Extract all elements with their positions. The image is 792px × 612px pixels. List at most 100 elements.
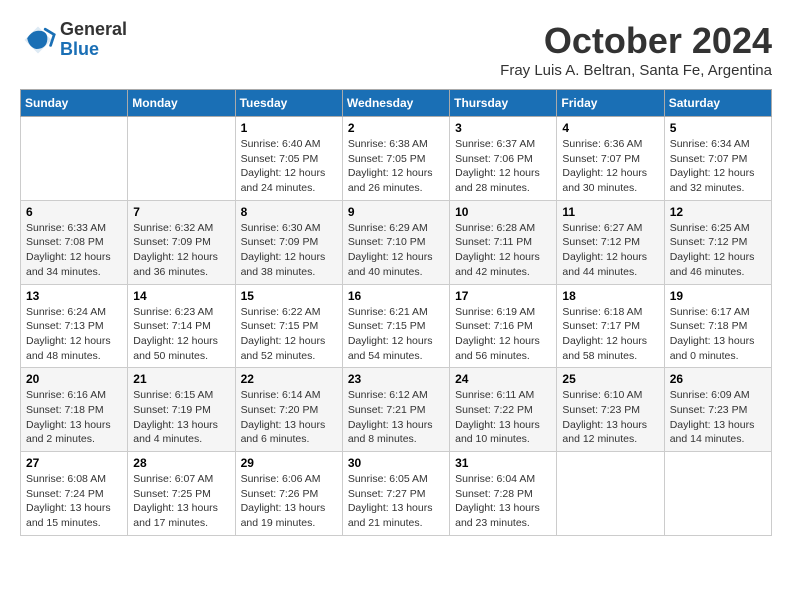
calendar-cell <box>557 452 664 536</box>
calendar-cell: 21 Sunrise: 6:15 AMSunset: 7:19 PMDayligh… <box>128 368 235 452</box>
calendar-week-5: 27 Sunrise: 6:08 AMSunset: 7:24 PMDayligh… <box>21 452 772 536</box>
calendar-week-3: 13 Sunrise: 6:24 AMSunset: 7:13 PMDayligh… <box>21 284 772 368</box>
calendar-cell: 5 Sunrise: 6:34 AMSunset: 7:07 PMDaylight… <box>664 117 771 201</box>
day-info: Sunrise: 6:23 AMSunset: 7:14 PMDaylight:… <box>133 305 229 364</box>
calendar-cell: 12Sunrise: 6:25 AMSunset: 7:12 PMDayligh… <box>664 200 771 284</box>
calendar-week-1: 1Sunrise: 6:40 AMSunset: 7:05 PMDaylight… <box>21 117 772 201</box>
logo-blue-text: Blue <box>60 40 127 60</box>
month-title: October 2024 <box>500 20 772 62</box>
day-info: Sunrise: 6:18 AMSunset: 7:17 PMDaylight:… <box>562 305 658 364</box>
logo-icon <box>20 22 56 58</box>
day-info: Sunrise: 6:40 AMSunset: 7:05 PMDaylight:… <box>241 137 337 196</box>
day-info: Sunrise: 6:25 AMSunset: 7:12 PMDaylight:… <box>670 221 766 280</box>
header-thursday: Thursday <box>450 90 557 117</box>
calendar-cell: 13 Sunrise: 6:24 AMSunset: 7:13 PMDayligh… <box>21 284 128 368</box>
header-friday: Friday <box>557 90 664 117</box>
day-info: Sunrise: 6:10 AMSunset: 7:23 PMDaylight:… <box>562 388 658 447</box>
calendar-cell: 27 Sunrise: 6:08 AMSunset: 7:24 PMDayligh… <box>21 452 128 536</box>
calendar-cell: 22 Sunrise: 6:14 AMSunset: 7:20 PMDayligh… <box>235 368 342 452</box>
calendar-cell: 3 Sunrise: 6:37 AMSunset: 7:06 PMDaylight… <box>450 117 557 201</box>
day-number: 3 <box>455 121 551 135</box>
day-info: Sunrise: 6:24 AMSunset: 7:13 PMDaylight:… <box>26 305 122 364</box>
calendar-cell: 15Sunrise: 6:22 AMSunset: 7:15 PMDayligh… <box>235 284 342 368</box>
calendar-cell: 20Sunrise: 6:16 AMSunset: 7:18 PMDayligh… <box>21 368 128 452</box>
day-number: 17 <box>455 289 551 303</box>
calendar-cell: 28 Sunrise: 6:07 AMSunset: 7:25 PMDayligh… <box>128 452 235 536</box>
day-number: 29 <box>241 456 337 470</box>
calendar-cell: 29 Sunrise: 6:06 AMSunset: 7:26 PMDayligh… <box>235 452 342 536</box>
calendar-cell: 25 Sunrise: 6:10 AMSunset: 7:23 PMDayligh… <box>557 368 664 452</box>
day-info: Sunrise: 6:34 AMSunset: 7:07 PMDaylight:… <box>670 137 766 196</box>
header-saturday: Saturday <box>664 90 771 117</box>
calendar-cell: 23 Sunrise: 6:12 AMSunset: 7:21 PMDayligh… <box>342 368 449 452</box>
calendar-header: SundayMondayTuesdayWednesdayThursdayFrid… <box>21 90 772 117</box>
day-number: 21 <box>133 372 229 386</box>
day-number: 10 <box>455 205 551 219</box>
calendar-cell: 14 Sunrise: 6:23 AMSunset: 7:14 PMDayligh… <box>128 284 235 368</box>
day-number: 25 <box>562 372 658 386</box>
header-sunday: Sunday <box>21 90 128 117</box>
calendar-cell: 2 Sunrise: 6:38 AMSunset: 7:05 PMDaylight… <box>342 117 449 201</box>
day-number: 9 <box>348 205 444 219</box>
calendar-cell: 9 Sunrise: 6:29 AMSunset: 7:10 PMDaylight… <box>342 200 449 284</box>
header-tuesday: Tuesday <box>235 90 342 117</box>
day-number: 30 <box>348 456 444 470</box>
day-number: 28 <box>133 456 229 470</box>
calendar-week-4: 20Sunrise: 6:16 AMSunset: 7:18 PMDayligh… <box>21 368 772 452</box>
day-number: 2 <box>348 121 444 135</box>
day-number: 24 <box>455 372 551 386</box>
day-info: Sunrise: 6:28 AMSunset: 7:11 PMDaylight:… <box>455 221 551 280</box>
calendar-body: 1Sunrise: 6:40 AMSunset: 7:05 PMDaylight… <box>21 117 772 536</box>
day-info: Sunrise: 6:29 AMSunset: 7:10 PMDaylight:… <box>348 221 444 280</box>
header-row: SundayMondayTuesdayWednesdayThursdayFrid… <box>21 90 772 117</box>
day-number: 13 <box>26 289 122 303</box>
day-number: 23 <box>348 372 444 386</box>
day-number: 27 <box>26 456 122 470</box>
day-info: Sunrise: 6:30 AMSunset: 7:09 PMDaylight:… <box>241 221 337 280</box>
calendar-cell <box>128 117 235 201</box>
title-block: October 2024 Fray Luis A. Beltran, Santa… <box>500 20 772 79</box>
day-number: 18 <box>562 289 658 303</box>
day-number: 15 <box>241 289 337 303</box>
calendar-cell: 24Sunrise: 6:11 AMSunset: 7:22 PMDayligh… <box>450 368 557 452</box>
page-header: General Blue October 2024 Fray Luis A. B… <box>20 20 772 79</box>
day-number: 7 <box>133 205 229 219</box>
day-number: 22 <box>241 372 337 386</box>
header-monday: Monday <box>128 90 235 117</box>
day-number: 26 <box>670 372 766 386</box>
day-number: 5 <box>670 121 766 135</box>
logo-general-text: General <box>60 20 127 40</box>
day-info: Sunrise: 6:38 AMSunset: 7:05 PMDaylight:… <box>348 137 444 196</box>
day-number: 14 <box>133 289 229 303</box>
header-wednesday: Wednesday <box>342 90 449 117</box>
calendar-cell: 17 Sunrise: 6:19 AMSunset: 7:16 PMDayligh… <box>450 284 557 368</box>
day-info: Sunrise: 6:16 AMSunset: 7:18 PMDaylight:… <box>26 388 122 447</box>
calendar-week-2: 6Sunrise: 6:33 AMSunset: 7:08 PMDaylight… <box>21 200 772 284</box>
day-number: 16 <box>348 289 444 303</box>
day-info: Sunrise: 6:14 AMSunset: 7:20 PMDaylight:… <box>241 388 337 447</box>
day-info: Sunrise: 6:06 AMSunset: 7:26 PMDaylight:… <box>241 472 337 531</box>
calendar-cell: 6Sunrise: 6:33 AMSunset: 7:08 PMDaylight… <box>21 200 128 284</box>
day-info: Sunrise: 6:32 AMSunset: 7:09 PMDaylight:… <box>133 221 229 280</box>
day-info: Sunrise: 6:08 AMSunset: 7:24 PMDaylight:… <box>26 472 122 531</box>
day-info: Sunrise: 6:37 AMSunset: 7:06 PMDaylight:… <box>455 137 551 196</box>
location-text: Fray Luis A. Beltran, Santa Fe, Argentin… <box>500 62 772 79</box>
calendar-cell: 16 Sunrise: 6:21 AMSunset: 7:15 PMDayligh… <box>342 284 449 368</box>
day-info: Sunrise: 6:17 AMSunset: 7:18 PMDaylight:… <box>670 305 766 364</box>
day-info: Sunrise: 6:07 AMSunset: 7:25 PMDaylight:… <box>133 472 229 531</box>
calendar-cell <box>664 452 771 536</box>
day-info: Sunrise: 6:19 AMSunset: 7:16 PMDaylight:… <box>455 305 551 364</box>
calendar-cell: 8Sunrise: 6:30 AMSunset: 7:09 PMDaylight… <box>235 200 342 284</box>
calendar-cell: 10 Sunrise: 6:28 AMSunset: 7:11 PMDayligh… <box>450 200 557 284</box>
day-number: 11 <box>562 205 658 219</box>
calendar-cell: 4Sunrise: 6:36 AMSunset: 7:07 PMDaylight… <box>557 117 664 201</box>
calendar-cell: 31Sunrise: 6:04 AMSunset: 7:28 PMDayligh… <box>450 452 557 536</box>
calendar-cell: 26Sunrise: 6:09 AMSunset: 7:23 PMDayligh… <box>664 368 771 452</box>
day-info: Sunrise: 6:12 AMSunset: 7:21 PMDaylight:… <box>348 388 444 447</box>
day-info: Sunrise: 6:15 AMSunset: 7:19 PMDaylight:… <box>133 388 229 447</box>
day-info: Sunrise: 6:21 AMSunset: 7:15 PMDaylight:… <box>348 305 444 364</box>
day-number: 4 <box>562 121 658 135</box>
calendar-cell: 11Sunrise: 6:27 AMSunset: 7:12 PMDayligh… <box>557 200 664 284</box>
calendar-cell: 19Sunrise: 6:17 AMSunset: 7:18 PMDayligh… <box>664 284 771 368</box>
calendar-cell: 18 Sunrise: 6:18 AMSunset: 7:17 PMDayligh… <box>557 284 664 368</box>
